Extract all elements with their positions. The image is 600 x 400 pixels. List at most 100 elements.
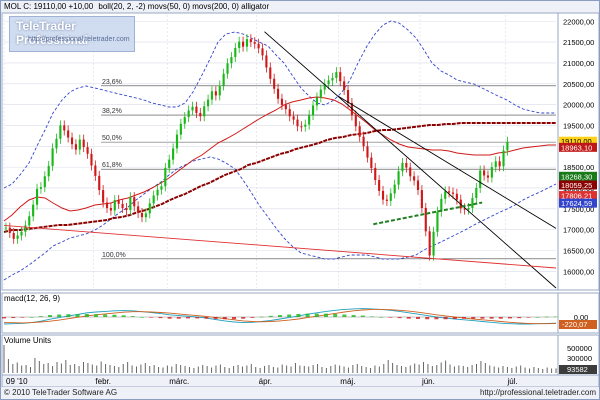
- candle-body: [183, 117, 186, 124]
- candle-body: [55, 138, 58, 149]
- fibonacci-label: 61,8%: [102, 162, 122, 169]
- time-tick-label: júl.: [506, 377, 517, 386]
- volume-tick-label: 300000: [567, 354, 592, 363]
- macd-histogram-bar: [241, 317, 246, 319]
- macd-histogram-bar: [489, 317, 494, 319]
- candle-body: [160, 186, 163, 190]
- macd-histogram-bar: [130, 316, 135, 317]
- candle-body: [187, 110, 190, 118]
- candle-body: [343, 81, 346, 91]
- macd-histogram-bar: [38, 316, 43, 317]
- candle-body: [269, 67, 272, 79]
- candle-body: [436, 211, 439, 232]
- macd-histogram-bar: [443, 317, 448, 320]
- footer-url: http://professional.teletrader.com: [479, 388, 596, 397]
- candle-body: [59, 125, 62, 139]
- macd-histogram-bar: [222, 317, 227, 320]
- candle-body: [502, 150, 505, 167]
- candle-body: [12, 232, 15, 239]
- macd-histogram-bar: [526, 317, 531, 318]
- candle-body: [455, 193, 458, 200]
- candle-body: [374, 167, 377, 181]
- macd-histogram-bar: [213, 317, 218, 319]
- candle-body: [284, 105, 287, 110]
- macd-histogram-bar: [351, 315, 356, 317]
- candle-body: [471, 197, 474, 208]
- candle-body: [144, 213, 147, 218]
- macd-histogram-bar: [250, 317, 255, 318]
- macd-histogram-bar: [94, 314, 98, 317]
- candle-body: [253, 42, 256, 44]
- candle-body: [319, 89, 322, 98]
- candle-body: [385, 199, 388, 201]
- copyright-text: © 2010 TeleTrader Software AG: [4, 388, 118, 397]
- candle-body: [257, 43, 260, 49]
- candle-body: [222, 73, 225, 86]
- macd-histogram-bar: [287, 314, 292, 317]
- price-tick-label: 17000,00: [563, 226, 594, 235]
- candle-body: [168, 159, 171, 168]
- macd-histogram-bar: [66, 314, 71, 317]
- macd-histogram-bar: [57, 314, 62, 317]
- candle-body: [265, 55, 268, 68]
- macd-histogram-bar: [370, 316, 374, 318]
- macd-histogram-bar: [498, 317, 503, 319]
- macd-histogram-bar: [176, 317, 181, 319]
- candle-body: [8, 227, 11, 233]
- macd-histogram-bar: [342, 314, 347, 317]
- time-tick-label: ápr.: [259, 377, 272, 386]
- candle-body: [94, 165, 97, 176]
- candle-body: [32, 204, 35, 217]
- macd-histogram-bar: [149, 317, 154, 318]
- macd-histogram-bar: [20, 317, 25, 318]
- candle-body: [448, 191, 451, 193]
- candle-body: [16, 235, 19, 239]
- candle-body: [467, 207, 470, 210]
- candle-body: [230, 57, 233, 64]
- fibonacci-label: 50,0%: [102, 135, 122, 142]
- candle-body: [249, 39, 252, 43]
- candle-body: [70, 137, 74, 145]
- candle-body: [125, 207, 128, 211]
- candle-body: [117, 200, 120, 204]
- candle-body: [129, 197, 132, 211]
- macd-histogram-bar: [305, 313, 310, 317]
- candle-body: [47, 165, 50, 177]
- candle-body: [199, 112, 202, 117]
- macd-histogram-bar: [2, 317, 6, 319]
- candle-body: [315, 97, 318, 106]
- macd-histogram-bar: [195, 317, 200, 319]
- candle-body: [428, 231, 431, 256]
- candle-body: [148, 203, 151, 214]
- candle-body: [444, 191, 447, 199]
- macd-histogram-bar: [204, 317, 209, 319]
- candle-body: [63, 125, 66, 131]
- macd-histogram-bar: [112, 314, 117, 317]
- candle-body: [405, 162, 408, 168]
- chart-canvas[interactable]: 16000,0016500,0017000,0017500,0018000,00…: [1, 1, 600, 400]
- candle-body: [43, 176, 46, 188]
- candle-body: [156, 189, 159, 196]
- candle-body: [121, 203, 124, 208]
- candle-body: [105, 202, 109, 208]
- candle-body: [210, 91, 214, 100]
- candle-body: [98, 175, 101, 191]
- candle-body: [74, 144, 77, 150]
- macd-histogram-bar: [471, 317, 476, 319]
- candle-body: [292, 116, 295, 120]
- price-value-label: 18963,10: [561, 143, 592, 152]
- macd-histogram-bar: [554, 316, 558, 318]
- time-tick-label: febr.: [95, 377, 111, 386]
- candle-body: [420, 190, 423, 208]
- candle-body: [152, 195, 155, 204]
- macd-value-label: -220,07: [562, 320, 587, 329]
- candle-body: [331, 77, 334, 81]
- candle-body: [401, 162, 404, 172]
- macd-histogram-bar: [29, 317, 34, 318]
- footer-bar: © 2010 TeleTrader Software AG http://pro…: [1, 387, 599, 399]
- candle-body: [483, 170, 486, 176]
- candle-body: [413, 176, 416, 181]
- macd-histogram-bar: [406, 317, 411, 319]
- candle-body: [354, 115, 357, 127]
- macd-histogram-bar: [75, 314, 80, 317]
